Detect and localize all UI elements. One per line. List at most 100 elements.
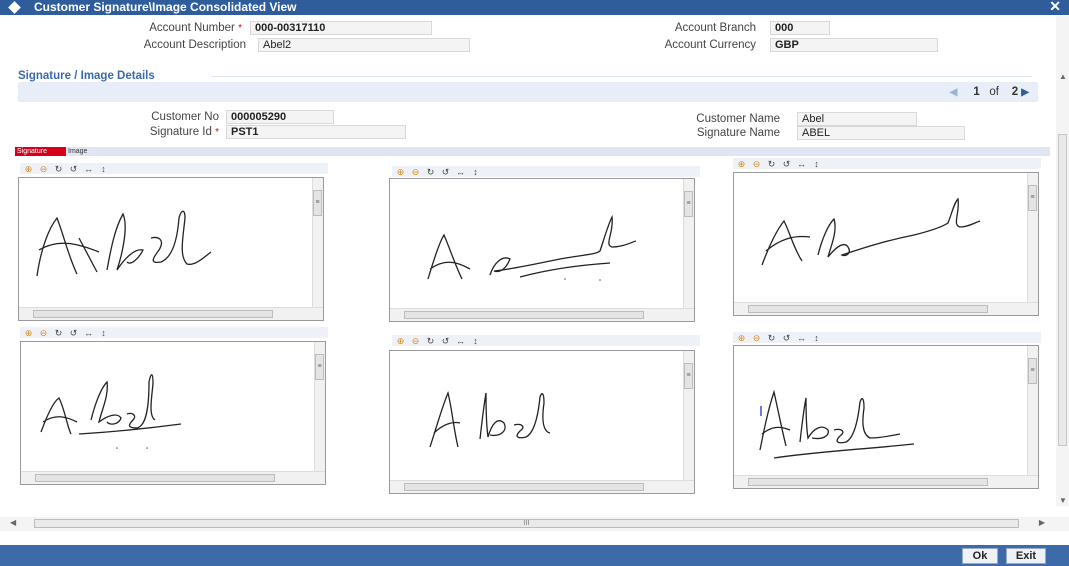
panel-horizontal-scrollbar[interactable] <box>734 302 1038 315</box>
rotate-left-icon[interactable]: ↺ <box>780 333 793 344</box>
rotate-right-icon[interactable]: ↻ <box>52 328 65 339</box>
signature-id-field[interactable]: PST1 <box>226 125 406 139</box>
account-description-field[interactable]: Abel2 <box>258 38 470 52</box>
fit-width-icon[interactable]: ↔ <box>795 159 808 170</box>
scroll-thumb[interactable] <box>404 483 644 491</box>
scroll-thumb[interactable]: ≡ <box>1028 358 1037 384</box>
rotate-right-icon[interactable]: ↻ <box>424 167 437 178</box>
scroll-thumb[interactable] <box>35 474 275 482</box>
scroll-thumb[interactable]: ≡ <box>315 354 324 380</box>
signature-image <box>427 214 637 281</box>
pager-current: 1 <box>973 86 980 98</box>
panel-vertical-scrollbar[interactable]: ≡ <box>1027 173 1038 303</box>
signature-name-field[interactable]: ABEL <box>797 126 965 140</box>
signature-image-panel[interactable]: ≡ <box>389 178 695 322</box>
close-icon[interactable]: ✕ <box>1049 0 1061 14</box>
signature-image-panel[interactable]: ≡ <box>733 345 1039 489</box>
scroll-thumb[interactable] <box>748 478 988 486</box>
account-branch-field[interactable]: 000 <box>770 21 830 35</box>
pager-band <box>18 82 1038 102</box>
fit-width-icon[interactable]: ↔ <box>454 167 467 178</box>
ok-button[interactable]: Ok <box>962 548 998 564</box>
scroll-thumb[interactable]: ≡ <box>1028 185 1037 211</box>
zoom-out-icon[interactable]: ⊖ <box>37 328 50 339</box>
panel-horizontal-scrollbar[interactable] <box>19 307 323 320</box>
zoom-in-icon[interactable]: ⊕ <box>735 333 748 344</box>
previous-page-icon[interactable]: ◀ <box>950 87 958 98</box>
account-currency-field[interactable]: GBP <box>770 38 938 52</box>
customer-name-field[interactable]: Abel <box>797 112 917 126</box>
scroll-thumb[interactable]: ≡ <box>684 363 693 389</box>
signature-image <box>40 374 182 449</box>
panel-vertical-scrollbar[interactable]: ≡ <box>683 351 694 481</box>
next-page-icon[interactable]: ▶ <box>1021 87 1029 98</box>
section-title: Signature / Image Details <box>18 70 155 82</box>
panel-horizontal-scrollbar[interactable] <box>21 471 325 484</box>
scroll-thumb[interactable]: ≡ <box>684 191 693 217</box>
zoom-in-icon[interactable]: ⊕ <box>22 328 35 339</box>
panel-vertical-scrollbar[interactable]: ≡ <box>1027 346 1038 476</box>
fit-height-icon[interactable]: ↕ <box>97 328 110 339</box>
zoom-in-icon[interactable]: ⊕ <box>22 164 35 175</box>
scroll-down-icon[interactable]: ▼ <box>1059 496 1067 505</box>
scroll-right-icon[interactable]: ▶ <box>1039 518 1045 527</box>
rotate-right-icon[interactable]: ↻ <box>424 336 437 347</box>
signature-image-panel[interactable]: ≡ <box>389 350 695 494</box>
scroll-thumb[interactable] <box>1058 134 1067 446</box>
account-number-label: Account Number * <box>149 22 242 34</box>
signature-image <box>429 390 551 448</box>
signature-id-label: Signature Id * <box>149 126 219 138</box>
panel-horizontal-scrollbar[interactable] <box>390 480 694 493</box>
panel-horizontal-scrollbar[interactable] <box>734 475 1038 488</box>
fit-width-icon[interactable]: ↔ <box>82 164 95 175</box>
window-menu-icon[interactable] <box>8 1 21 14</box>
page-horizontal-scrollbar[interactable]: ◀ III ▶ <box>0 517 1069 531</box>
scroll-thumb[interactable] <box>33 310 273 318</box>
footer-bar: Ok Exit <box>0 545 1069 566</box>
fit-width-icon[interactable]: ↔ <box>795 333 808 344</box>
signature-image-panel[interactable]: ≡ <box>733 172 1039 316</box>
rotate-right-icon[interactable]: ↻ <box>52 164 65 175</box>
zoom-in-icon[interactable]: ⊕ <box>735 159 748 170</box>
panel-horizontal-scrollbar[interactable] <box>390 308 694 321</box>
fit-width-icon[interactable]: ↔ <box>82 328 95 339</box>
exit-button[interactable]: Exit <box>1006 548 1046 564</box>
scroll-thumb[interactable] <box>404 311 644 319</box>
panel-vertical-scrollbar[interactable]: ≡ <box>683 179 694 309</box>
zoom-out-icon[interactable]: ⊖ <box>409 336 422 347</box>
page-vertical-scrollbar[interactable]: ▲ ▼ <box>1056 16 1069 506</box>
rotate-right-icon[interactable]: ↻ <box>765 159 778 170</box>
zoom-out-icon[interactable]: ⊖ <box>37 164 50 175</box>
fit-height-icon[interactable]: ↕ <box>810 333 823 344</box>
zoom-out-icon[interactable]: ⊖ <box>409 167 422 178</box>
fit-height-icon[interactable]: ↕ <box>97 164 110 175</box>
customer-no-field[interactable]: 000005290 <box>226 110 334 124</box>
rotate-left-icon[interactable]: ↺ <box>439 336 452 347</box>
fit-width-icon[interactable]: ↔ <box>454 336 467 347</box>
rotate-right-icon[interactable]: ↻ <box>765 333 778 344</box>
signature-image-panel[interactable]: ≡ <box>20 341 326 485</box>
scroll-thumb[interactable]: ≡ <box>313 190 322 216</box>
rotate-left-icon[interactable]: ↺ <box>780 159 793 170</box>
fit-height-icon[interactable]: ↕ <box>469 167 482 178</box>
zoom-in-icon[interactable]: ⊕ <box>394 336 407 347</box>
signature-image <box>36 210 212 277</box>
scroll-left-icon[interactable]: ◀ <box>10 518 16 527</box>
zoom-in-icon[interactable]: ⊕ <box>394 167 407 178</box>
rotate-left-icon[interactable]: ↺ <box>67 328 80 339</box>
rotate-left-icon[interactable]: ↺ <box>67 164 80 175</box>
tab-signature[interactable]: Signature <box>15 147 66 156</box>
scroll-thumb[interactable] <box>748 305 988 313</box>
account-number-field[interactable]: 000-00317110 <box>250 21 432 35</box>
rotate-left-icon[interactable]: ↺ <box>439 167 452 178</box>
scroll-up-icon[interactable]: ▲ <box>1059 72 1067 81</box>
zoom-out-icon[interactable]: ⊖ <box>750 333 763 344</box>
panel-vertical-scrollbar[interactable]: ≡ <box>312 178 323 308</box>
scroll-thumb[interactable]: III <box>34 519 1019 528</box>
fit-height-icon[interactable]: ↕ <box>469 336 482 347</box>
signature-image-panel[interactable]: ≡ <box>18 177 324 321</box>
panel-vertical-scrollbar[interactable]: ≡ <box>314 342 325 472</box>
fit-height-icon[interactable]: ↕ <box>810 159 823 170</box>
tab-image[interactable]: Image <box>68 147 87 156</box>
zoom-out-icon[interactable]: ⊖ <box>750 159 763 170</box>
